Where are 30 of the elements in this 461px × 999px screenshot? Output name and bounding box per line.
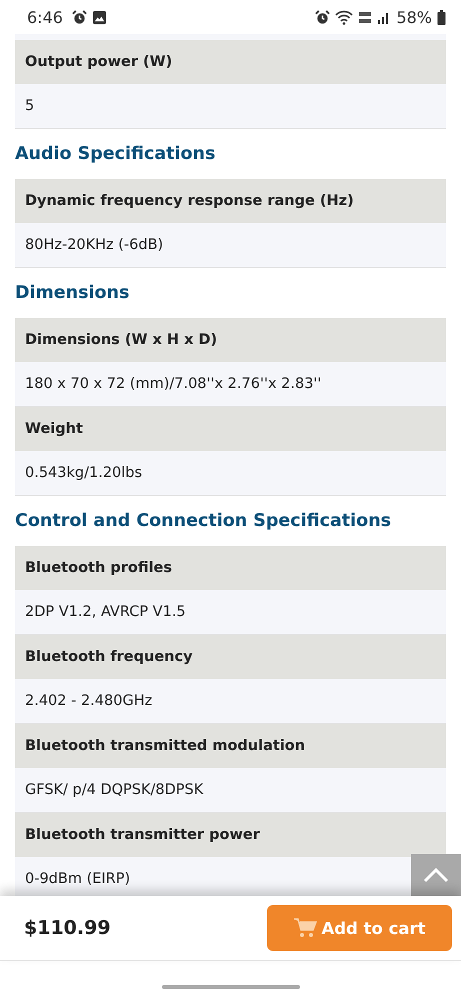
battery-icon (437, 10, 446, 24)
chevron-up-icon (423, 867, 449, 883)
spec-value: 0.543kg/1.20lbs (15, 451, 446, 496)
spec-value: 180 x 70 x 72 (mm)/7.08''x 2.76''x 2.83'' (15, 362, 446, 407)
alarm-icon (315, 10, 330, 24)
spec-label: Output power (W) (15, 40, 446, 84)
spec-label: Bluetooth profiles (15, 546, 446, 590)
spec-value: 2.402 - 2.480GHz (15, 679, 446, 724)
alarm-icon (72, 10, 87, 24)
price: $110.99 (24, 917, 111, 939)
spec-value: 80Hz-20KHz (-6dB) (15, 223, 446, 268)
spec-label: Weight (15, 407, 446, 451)
spec-label: Dynamic frequency response range (Hz) (15, 179, 446, 223)
battery-level: 58% (396, 8, 432, 26)
section-heading: Audio Specifications (15, 143, 216, 166)
cart-icon (293, 917, 318, 939)
spec-label: Bluetooth transmitted modulation (15, 724, 446, 768)
spec-value: 2DP V1.2, AVRCP V1.5 (15, 590, 446, 635)
spec-label: Bluetooth frequency (15, 635, 446, 679)
spec-label: Dimensions (W x H x D) (15, 318, 446, 362)
add-to-cart-button[interactable]: Add to cart (267, 905, 452, 951)
scroll-top-button[interactable] (411, 854, 461, 896)
spec-value: 5 (15, 84, 446, 129)
section-heading: Control and Connection Specifications (15, 510, 392, 533)
spec-value: GFSK/ p/4 DQPSK/8DPSK (15, 768, 446, 813)
wifi-icon (335, 10, 354, 24)
status-time: 6:46 (27, 8, 63, 26)
spec-label: Bluetooth transmitter power (15, 813, 446, 857)
image-icon (92, 10, 107, 24)
section-heading: Dimensions (15, 282, 130, 305)
